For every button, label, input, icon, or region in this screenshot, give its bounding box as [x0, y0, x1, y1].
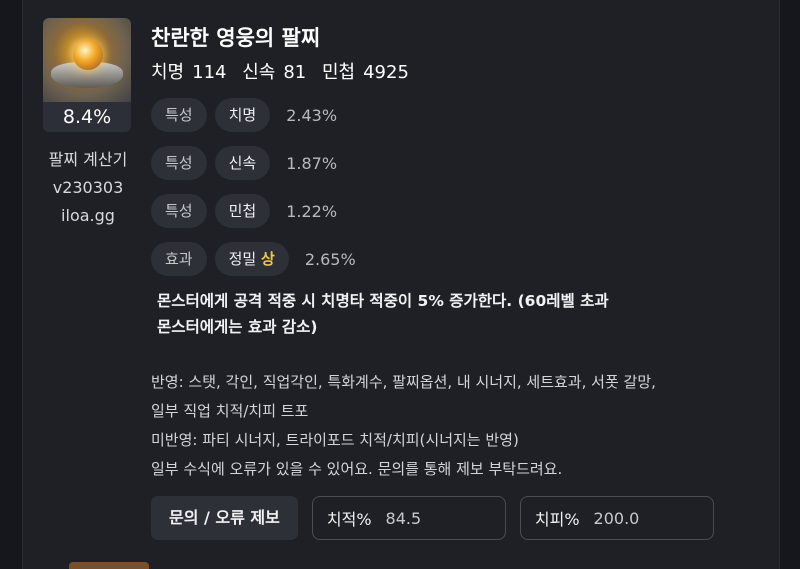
stat-value: 4925 — [363, 62, 409, 83]
option-row: 특성 치명 2.43% — [151, 98, 761, 132]
crit-damage-label: 치피% — [534, 510, 580, 529]
calculator-info: 팔찌 계산기 v230303 iloa.gg — [43, 146, 133, 230]
calculator-title: 팔찌 계산기 — [48, 150, 128, 169]
calculator-version: v230303 — [52, 178, 124, 197]
stat-label: 민첩 — [321, 62, 356, 83]
option-stat-pill: 민첩 — [214, 194, 271, 228]
bracelet-card: 8.4% 팔찌 계산기 v230303 iloa.gg 찬란한 영웅의 팔찌 치… — [22, 0, 780, 569]
option-type-pill: 특성 — [151, 98, 207, 132]
item-details: 찬란한 영웅의 팔찌 치명 114 신속 81 민첩 4925 특성 치명 2.43%… — [151, 22, 761, 484]
calculation-notes: 반영: 스탯, 각인, 직업각인, 특화계수, 팔찌옵션, 내 시너지, 세트효… — [151, 368, 751, 484]
item-summary: 8.4% 팔찌 계산기 v230303 iloa.gg — [43, 18, 133, 230]
stat-label: 신속 — [242, 62, 276, 83]
notes-line: 일부 수식에 오류가 있을 수 있어요. 문의를 통해 제보 부탁드려요. — [151, 460, 563, 478]
item-stats: 치명 114 신속 81 민첩 4925 — [151, 58, 761, 84]
grade-badge: 상 — [261, 250, 275, 268]
effect-description: 몬스터에게 공격 적중 시 치명타 적중이 5% 증가한다. (60레벨 초과 … — [157, 288, 717, 340]
item-name: 찬란한 영웅의 팔찌 — [151, 26, 321, 50]
crit-rate-label: 치적% — [326, 510, 372, 529]
next-item-edge — [69, 562, 149, 569]
notes-line: 반영: 스탯, 각인, 직업각인, 특화계수, 팔찌옵션, 내 시너지, 세트효… — [151, 373, 656, 391]
bracelet-icon — [43, 18, 131, 102]
controls-bar: 문의 / 오류 제보 치적% 84.5 치피% 200.0 — [151, 496, 714, 540]
stat-label: 치명 — [151, 62, 185, 83]
crit-rate-field[interactable]: 치적% 84.5 — [311, 496, 506, 540]
notes-line: 미반영: 파티 시너지, 트라이포드 치적/치피(시너지는 반영) — [151, 431, 519, 449]
stat-value: 114 — [192, 62, 227, 83]
crit-rate-value[interactable]: 84.5 — [386, 509, 422, 528]
effect-line: 몬스터에게는 효과 감소) — [157, 318, 318, 336]
option-type-pill: 특성 — [151, 146, 207, 180]
option-stat-label: 정밀 — [228, 250, 257, 268]
option-stat-pill: 정밀 상 — [214, 242, 289, 276]
option-row: 효과 정밀 상 2.65% — [151, 242, 761, 276]
report-error-button[interactable]: 문의 / 오류 제보 — [151, 496, 298, 540]
option-type-pill: 특성 — [151, 194, 207, 228]
option-value: 2.43% — [286, 105, 338, 125]
notes-line: 일부 직업 치적/치피 트포 — [151, 402, 309, 420]
crit-damage-field[interactable]: 치피% 200.0 — [519, 496, 714, 540]
stat-value: 81 — [283, 62, 307, 83]
calculator-site: iloa.gg — [61, 206, 115, 225]
percent-badge: 8.4% — [43, 102, 131, 132]
option-stat-pill: 치명 — [214, 98, 271, 132]
crit-damage-value[interactable]: 200.0 — [594, 509, 640, 528]
effect-line: 몬스터에게 공격 적중 시 치명타 적중이 5% 증가한다. (60레벨 초과 — [157, 292, 609, 310]
option-value: 2.65% — [304, 249, 356, 269]
option-row: 특성 민첩 1.22% — [151, 194, 761, 228]
option-value: 1.22% — [286, 201, 338, 221]
option-value: 1.87% — [286, 153, 338, 173]
option-row: 특성 신속 1.87% — [151, 146, 761, 180]
option-stat-pill: 신속 — [214, 146, 271, 180]
option-type-pill: 효과 — [151, 242, 207, 276]
